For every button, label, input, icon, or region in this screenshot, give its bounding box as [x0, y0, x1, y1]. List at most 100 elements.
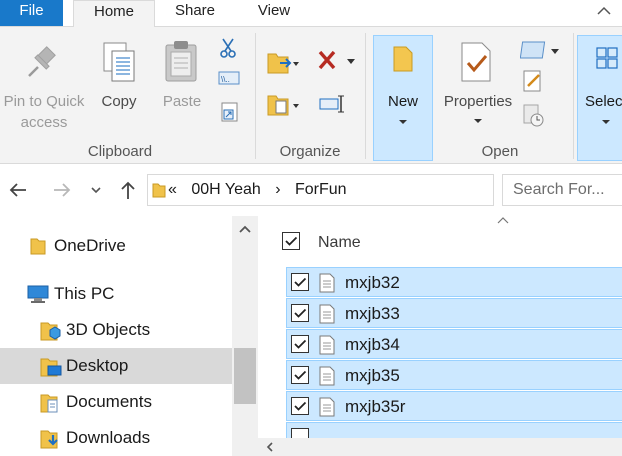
tab-view[interactable]: View — [240, 0, 308, 26]
collapse-ribbon-icon[interactable] — [594, 2, 614, 20]
ribbon-tabs: File Home Share View — [0, 0, 622, 27]
properties-dropdown-icon[interactable] — [474, 119, 482, 123]
open-icon[interactable] — [519, 39, 560, 63]
select-all-icon — [595, 46, 619, 70]
horizontal-scrollbar[interactable] — [258, 438, 622, 456]
move-to-icon[interactable] — [266, 49, 300, 75]
nav-item-desktop[interactable]: Desktop — [0, 348, 232, 384]
breadcrumb-part[interactable]: ForFun — [295, 181, 347, 198]
breadcrumb-separator[interactable]: › — [275, 181, 280, 198]
delete-icon[interactable] — [316, 49, 356, 73]
downloads-folder-icon — [40, 430, 58, 449]
pin-label-line2: access — [20, 114, 68, 131]
edit-icon[interactable] — [522, 69, 544, 93]
text-file-icon — [319, 304, 335, 324]
ribbon: Pin to Quick access Copy Paste \\.. Clip… — [0, 26, 622, 164]
3d-objects-icon — [40, 322, 61, 341]
select-dropdown-icon — [602, 120, 610, 124]
text-file-icon — [319, 335, 335, 355]
text-file-icon — [319, 366, 335, 386]
nav-item-3d-objects[interactable]: 3D Objects — [0, 312, 232, 348]
recent-locations-chevron-icon[interactable] — [88, 178, 104, 202]
file-name: mxjb35 — [345, 366, 400, 385]
file-row[interactable]: mxjb33 — [286, 298, 622, 328]
clipboard-group-label: Clipboard — [87, 143, 153, 160]
tab-home[interactable]: Home — [73, 0, 155, 27]
address-bar[interactable]: « 00H Yeah › ForFun — [147, 174, 622, 206]
paste-shortcut-icon[interactable] — [220, 101, 240, 123]
new-folder-icon — [392, 45, 416, 73]
computer-icon — [27, 285, 49, 303]
address-path: « 00H Yeah › ForFun — [168, 181, 357, 199]
column-header: Name — [258, 222, 622, 258]
select-button[interactable]: Select — [577, 35, 622, 161]
pin-icon[interactable] — [24, 45, 60, 81]
row-checkbox[interactable] — [291, 397, 309, 415]
ribbon-divider — [255, 33, 256, 159]
pin-label-line1: Pin to Quick — [3, 93, 85, 110]
copy-to-icon[interactable] — [266, 91, 300, 117]
nav-item-documents[interactable]: Documents — [0, 384, 232, 420]
file-name: mxjb34 — [345, 335, 400, 354]
nav-label: This PC — [54, 284, 115, 303]
file-row[interactable]: mxjb35r — [286, 391, 622, 421]
ribbon-divider — [365, 33, 366, 159]
nav-pane-scrollbar[interactable] — [232, 216, 258, 456]
file-name: mxjb35r — [345, 397, 406, 416]
search-input[interactable]: Search For... — [513, 181, 605, 199]
file-list: Name mxjb32 mxjb33 mxjb34 mxjb35 mxjb35r — [258, 216, 622, 456]
ribbon-divider — [573, 33, 574, 159]
up-arrow-icon[interactable] — [116, 178, 140, 202]
select-all-checkbox[interactable] — [282, 232, 300, 250]
tab-share[interactable]: Share — [160, 0, 230, 26]
svg-text:\\..: \\.. — [221, 75, 230, 84]
properties-icon[interactable] — [458, 41, 494, 83]
new-dropdown-icon — [399, 120, 407, 124]
file-row[interactable]: mxjb34 — [286, 329, 622, 359]
history-icon[interactable] — [522, 103, 546, 129]
rename-icon[interactable] — [318, 93, 348, 115]
file-row[interactable]: mxjb32 — [286, 267, 622, 297]
breadcrumb-part[interactable]: 00H Yeah — [191, 181, 260, 198]
scroll-left-arrow-icon[interactable] — [264, 441, 276, 453]
paste-icon[interactable] — [162, 39, 202, 85]
copy-path-icon[interactable]: \\.. — [218, 69, 240, 87]
back-arrow-icon[interactable] — [6, 178, 30, 202]
column-name-header[interactable]: Name — [318, 234, 361, 252]
new-button[interactable]: New — [373, 35, 433, 161]
copy-button[interactable]: Copy — [92, 93, 146, 111]
scroll-up-arrow-icon[interactable] — [237, 222, 253, 236]
file-row[interactable]: mxjb35 — [286, 360, 622, 390]
folder-icon — [152, 183, 166, 198]
properties-button[interactable]: Properties — [438, 93, 518, 111]
scrollbar-thumb[interactable] — [234, 348, 256, 404]
row-checkbox[interactable] — [291, 273, 309, 291]
nav-item-onedrive[interactable]: OneDrive — [0, 228, 232, 264]
select-label: Select — [585, 93, 622, 110]
text-file-icon — [319, 273, 335, 293]
nav-item-downloads[interactable]: Downloads — [0, 420, 232, 456]
pin-to-quick-access-button[interactable]: Pin to Quick access — [0, 93, 88, 132]
onedrive-folder-icon — [30, 238, 46, 255]
new-label: New — [387, 93, 418, 110]
open-group-label: Open — [481, 143, 519, 160]
search-box[interactable]: Search For... — [502, 174, 622, 206]
file-name: mxjb32 — [345, 273, 400, 292]
file-name: mxjb33 — [345, 304, 400, 323]
text-file-icon — [319, 397, 335, 417]
nav-item-this-pc[interactable]: This PC — [0, 276, 232, 312]
paste-button[interactable]: Paste — [152, 93, 212, 111]
forward-arrow-icon[interactable] — [50, 178, 74, 202]
nav-label: OneDrive — [54, 236, 126, 255]
cut-icon[interactable] — [218, 37, 238, 59]
tab-file[interactable]: File — [0, 0, 63, 26]
row-checkbox[interactable] — [291, 335, 309, 353]
row-checkbox[interactable] — [291, 366, 309, 384]
nav-label: Downloads — [66, 428, 151, 447]
organize-group-label: Organize — [279, 143, 341, 160]
copy-icon[interactable] — [100, 41, 140, 85]
documents-folder-icon — [40, 394, 58, 413]
breadcrumb-overflow[interactable]: « — [168, 181, 177, 198]
row-checkbox[interactable] — [291, 304, 309, 322]
nav-label: 3D Objects — [66, 320, 151, 339]
